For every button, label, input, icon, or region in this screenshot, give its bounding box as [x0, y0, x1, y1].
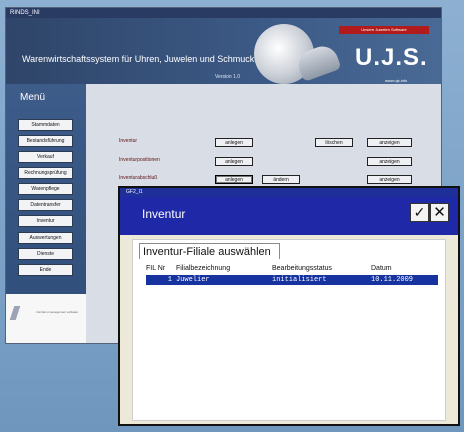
inventurabschluss-anlegen-button[interactable]: anlegen [215, 175, 253, 184]
menu-title: Menü [20, 92, 46, 103]
table-row[interactable]: 1 Juwelier initialisiert 10.11.2009 [146, 275, 438, 285]
inventur-anlegen-button[interactable]: anlegen [215, 138, 253, 147]
cell-status: initialisiert [272, 276, 327, 284]
app-header: Warenwirtschaftssystem für Uhren, Juwele… [6, 18, 441, 84]
inventur-loeschen-button[interactable]: löschen [315, 138, 353, 147]
sidebar-item-datentransfer[interactable]: Datentransfer [18, 199, 73, 211]
inventurpositionen-anzeigen-button[interactable]: anzeigen [367, 157, 412, 166]
cell-filiale: Juwelier [176, 276, 210, 284]
inventurpositionen-anlegen-button[interactable]: anlegen [215, 157, 253, 166]
main-window-titlebar: RINDS_INI [6, 8, 441, 18]
inventurabschluss-aendern-button[interactable]: ändern [262, 175, 300, 184]
company-logo: trotzdem management software [6, 294, 86, 343]
cell-datum: 10.11.2009 [371, 276, 414, 284]
dialog-titlebar: GF2_I1 [120, 188, 458, 197]
brand-logo: U.J.S. [355, 44, 428, 71]
confirm-check-icon[interactable]: ✓ [410, 203, 429, 222]
sidebar-item-dienste[interactable]: Dienste [18, 248, 73, 260]
sidebar-item-auswertungen[interactable]: Auswertungen [18, 232, 73, 244]
row-label-inventurabschluss: Inventurabschluß [119, 175, 158, 181]
sidebar-item-inventur[interactable]: Inventur [18, 215, 73, 227]
brand-url: www.ujs.info [385, 78, 408, 83]
sidebar-item-ende[interactable]: Ende [18, 264, 73, 276]
inventur-dialog: GF2_I1 Inventur ✓ ✕ Inventur-Filiale aus… [118, 186, 460, 426]
dialog-header: Inventur ✓ ✕ [120, 197, 458, 235]
inventurabschluss-anzeigen-button[interactable]: anzeigen [367, 175, 412, 184]
sidebar-item-rechnungspruefung[interactable]: Rechnungsprüfung [18, 167, 73, 179]
sidebar-item-bestandsfuehrung[interactable]: Bestandsführung [18, 135, 73, 147]
row-label-inventurpositionen: Inventurpositionen [119, 157, 160, 163]
dialog-heading: Inventur [142, 207, 186, 221]
filiale-list: FIL Nr Filialbezeichnung Bearbeitungssta… [146, 265, 442, 415]
sidebar-item-stammdaten[interactable]: Stammdaten [18, 119, 73, 131]
column-header-bearbeitungsstatus: Bearbeitungsstatus [272, 265, 332, 272]
tab-inventur-filiale[interactable]: Inventur-Filiale auswählen [139, 243, 280, 259]
app-version: Version 1.0 [215, 74, 241, 80]
close-icon[interactable]: ✕ [430, 203, 449, 222]
brand-banner: Unsere Juwelen Software [339, 26, 429, 34]
row-label-inventur: Inventur [119, 138, 138, 144]
inventur-anzeigen-button[interactable]: anzeigen [367, 138, 412, 147]
column-header-filialbezeichnung: Filialbezeichnung [176, 265, 231, 272]
cell-fil-nr: 1 [167, 276, 172, 284]
column-header-datum: Datum [371, 265, 392, 272]
sidebar-item-warenpflege[interactable]: Warenpflege [18, 183, 73, 195]
company-logo-text: trotzdem management software [36, 310, 79, 314]
column-header-fil-nr: FIL Nr [146, 265, 166, 272]
sidebar-menu: Menü Stammdaten Bestandsführung Verkauf … [6, 84, 86, 343]
sidebar-item-verkauf[interactable]: Verkauf [18, 151, 73, 163]
app-title: Warenwirtschaftssystem für Uhren, Juwele… [22, 54, 255, 64]
